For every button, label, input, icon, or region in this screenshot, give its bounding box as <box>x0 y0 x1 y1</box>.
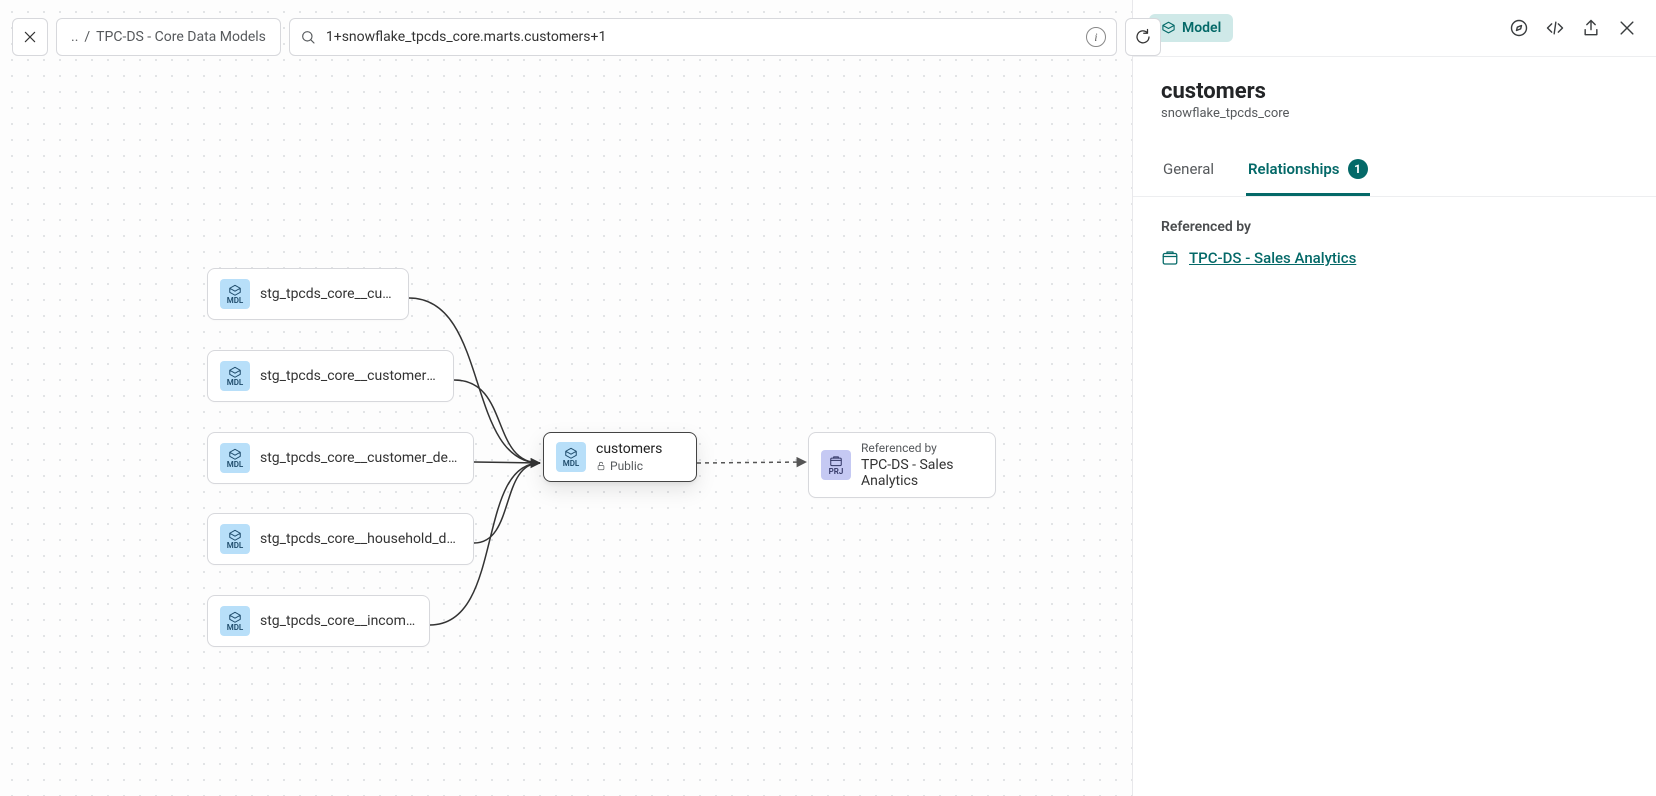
lineage-search[interactable]: 1+snowflake_tpcds_core.marts.customers+1… <box>289 18 1117 56</box>
mdl-chip: MDL <box>220 524 250 554</box>
panel-tabs: General Relationships 1 <box>1133 145 1656 197</box>
close-button[interactable] <box>12 18 48 56</box>
mdl-chip: MDL <box>220 361 250 391</box>
relationships-count-badge: 1 <box>1348 159 1368 179</box>
referenced-by-link[interactable]: TPC-DS - Sales Analytics <box>1161 249 1628 267</box>
lineage-node-referenced-by[interactable]: PRJ Referenced by TPC-DS - Sales Analyti… <box>808 432 996 498</box>
close-icon <box>1617 18 1637 38</box>
lineage-node-upstream-3[interactable]: MDL stg_tpcds_core__household_demogr… <box>207 513 474 565</box>
lineage-node-selected[interactable]: MDL customers Public <box>543 432 697 482</box>
section-label: Referenced by <box>1161 219 1628 235</box>
top-toolbar: .. / TPC-DS - Core Data Models 1+snowfla… <box>12 18 1161 56</box>
mdl-chip: MDL <box>220 279 250 309</box>
tab-general[interactable]: General <box>1161 145 1216 196</box>
lineage-node-upstream-0[interactable]: MDL stg_tpcds_core__customer <box>207 268 409 320</box>
code-icon <box>1545 18 1565 38</box>
panel-actions <box>1508 17 1638 39</box>
node-kicker: Referenced by <box>861 441 983 455</box>
refresh-button[interactable] <box>1125 18 1161 56</box>
code-button[interactable] <box>1544 17 1566 39</box>
close-panel-button[interactable] <box>1616 17 1638 39</box>
node-label: stg_tpcds_core__customer <box>260 286 396 302</box>
lineage-node-upstream-2[interactable]: MDL stg_tpcds_core__customer_demogra… <box>207 432 474 484</box>
cube-icon <box>228 529 242 541</box>
node-title: TPC-DS - Sales Analytics <box>861 457 983 489</box>
panel-header: Model <box>1133 0 1656 57</box>
project-icon <box>1161 249 1179 267</box>
node-visibility: Public <box>596 459 662 473</box>
mdl-chip: MDL <box>220 606 250 636</box>
breadcrumb-label: TPC-DS - Core Data Models <box>96 29 266 45</box>
search-icon <box>300 29 316 45</box>
tab-relationships[interactable]: Relationships 1 <box>1246 145 1370 196</box>
breadcrumb[interactable]: .. / TPC-DS - Core Data Models <box>56 18 281 56</box>
lineage-node-upstream-4[interactable]: MDL stg_tpcds_core__income_band <box>207 595 430 647</box>
node-title: customers <box>596 441 662 457</box>
node-label: stg_tpcds_core__income_band <box>260 613 417 629</box>
cube-icon <box>564 447 578 459</box>
refresh-icon <box>1134 28 1152 46</box>
cube-icon <box>228 611 242 623</box>
node-label: stg_tpcds_core__customer_demogra… <box>260 450 461 466</box>
mdl-chip: MDL <box>556 442 586 472</box>
project-icon <box>829 455 843 467</box>
mdl-chip: MDL <box>220 443 250 473</box>
cube-icon <box>228 448 242 460</box>
cube-icon <box>1161 21 1176 36</box>
compass-icon <box>1509 18 1529 38</box>
unlock-icon <box>596 461 606 471</box>
panel-body: Referenced by TPC-DS - Sales Analytics <box>1133 197 1656 289</box>
search-query: 1+snowflake_tpcds_core.marts.customers+1 <box>326 29 1076 45</box>
info-icon[interactable]: i <box>1086 27 1106 47</box>
explore-button[interactable] <box>1508 17 1530 39</box>
node-label: stg_tpcds_core__customer_address <box>260 368 441 384</box>
share-icon <box>1581 18 1601 38</box>
prj-chip: PRJ <box>821 450 851 480</box>
lineage-canvas[interactable]: MDL stg_tpcds_core__customer MDL stg_tpc… <box>0 0 1133 796</box>
details-panel: Model customers snowflake_tpcds_core Gen… <box>1133 0 1656 796</box>
lineage-edges <box>0 0 1133 796</box>
lineage-node-upstream-1[interactable]: MDL stg_tpcds_core__customer_address <box>207 350 454 402</box>
panel-title-block: customers snowflake_tpcds_core <box>1133 57 1656 127</box>
cube-icon <box>228 366 242 378</box>
panel-subtitle: snowflake_tpcds_core <box>1161 106 1628 121</box>
panel-title: customers <box>1161 79 1628 104</box>
close-icon <box>22 29 38 45</box>
node-label: stg_tpcds_core__household_demogr… <box>260 531 461 547</box>
share-button[interactable] <box>1580 17 1602 39</box>
model-badge: Model <box>1149 14 1233 42</box>
cube-icon <box>228 284 242 296</box>
